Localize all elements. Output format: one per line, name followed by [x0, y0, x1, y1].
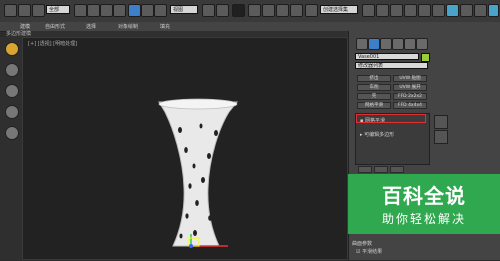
redo-icon[interactable] [18, 4, 31, 17]
show-end-result-icon[interactable] [434, 130, 448, 144]
stack-item-editable-poly[interactable]: ▸ 可编辑多边形 [360, 131, 394, 138]
region-select-icon[interactable] [100, 4, 113, 17]
main-toolbar: 全部 视图 创建选择集 [0, 0, 500, 23]
graphite-toggle-icon[interactable] [404, 4, 417, 17]
left-tool-strip [0, 37, 23, 260]
smooth-result-checkbox[interactable]: ☑ 平滑结果 [356, 248, 382, 255]
watermark-title: 百科全说 [382, 184, 466, 208]
layer-icon[interactable] [390, 4, 403, 17]
uvw-map-button[interactable]: UVW 贴图 [393, 75, 427, 82]
tab-populate[interactable]: 填充 [160, 23, 170, 30]
mirror-icon[interactable] [362, 4, 375, 17]
material-editor-icon[interactable] [446, 4, 459, 17]
rendered-frame-icon[interactable] [474, 4, 487, 17]
create-icon[interactable] [5, 42, 19, 56]
render-setup-icon[interactable] [460, 4, 473, 17]
spinner-snap-icon[interactable] [290, 4, 303, 17]
object-name-field[interactable]: Vase001 [355, 53, 419, 60]
surface-params-title: 曲面参数 [352, 241, 373, 247]
viewport-label[interactable]: [+] [透视] [明暗处理] [28, 40, 77, 47]
rotate-icon[interactable] [141, 4, 154, 17]
shell-button[interactable]: 壳 [357, 93, 391, 100]
lathe-button[interactable]: 车削 [357, 84, 391, 91]
undo-icon[interactable] [4, 4, 17, 17]
link-icon[interactable] [32, 4, 45, 17]
extrude-button[interactable]: 挤出 [357, 75, 391, 82]
modifier-list-dropdown[interactable]: 修改器列表 [355, 62, 428, 69]
schematic-view-icon[interactable] [432, 4, 445, 17]
hierarchy-icon[interactable] [5, 84, 19, 98]
select-object-icon[interactable] [74, 4, 87, 17]
modify-tab-icon[interactable] [368, 38, 380, 50]
keyboard-shortcut-icon[interactable] [232, 4, 245, 17]
stack-highlight-box [356, 114, 426, 123]
utilities-icon[interactable] [5, 126, 19, 140]
remove-modifier-button[interactable] [374, 166, 388, 173]
angle-snap-icon[interactable] [262, 4, 275, 17]
uvw-unwrap-button[interactable]: UVW 展开 [393, 84, 427, 91]
watermark-subtitle: 助你轻松解决 [381, 212, 466, 226]
tab-modeling[interactable]: 建模 [20, 23, 30, 30]
utilities-tab-icon[interactable] [416, 38, 428, 50]
render-icon[interactable] [488, 4, 499, 17]
select-manipulate-icon[interactable] [216, 4, 229, 17]
modify-icon[interactable] [5, 63, 19, 77]
tab-freeform[interactable]: 自由形式 [45, 23, 65, 30]
viewport-canvas [158, 98, 239, 248]
align-icon[interactable] [376, 4, 389, 17]
pivot-icon[interactable] [202, 4, 215, 17]
create-tab-icon[interactable] [356, 38, 368, 50]
named-selection-dropdown[interactable]: 创建选择集 [320, 5, 358, 14]
display-tab-icon[interactable] [404, 38, 416, 50]
pin-stack-icon[interactable] [434, 115, 448, 129]
select-by-name-icon[interactable] [87, 4, 100, 17]
tab-object-paint[interactable]: 对象绘制 [118, 23, 138, 30]
motion-icon[interactable] [5, 105, 19, 119]
percent-snap-icon[interactable] [276, 4, 289, 17]
hierarchy-tab-icon[interactable] [380, 38, 392, 50]
curve-editor-icon[interactable] [418, 4, 431, 17]
reference-coordinate-dropdown[interactable]: 视图 [170, 5, 198, 14]
snap-icon[interactable] [248, 4, 261, 17]
make-unique-button[interactable] [358, 166, 372, 173]
meshsmooth-button[interactable]: 网格平滑 [357, 102, 391, 109]
ffd-4x4x4-button[interactable]: FFD 4x4x4 [393, 102, 427, 109]
scale-icon[interactable] [154, 4, 167, 17]
edit-named-selection-icon[interactable] [305, 4, 318, 17]
perspective-viewport[interactable] [22, 37, 348, 260]
configure-sets-button[interactable] [390, 166, 404, 173]
move-icon[interactable] [128, 4, 141, 17]
vase-model[interactable] [158, 98, 239, 247]
window-crossing-icon[interactable] [113, 4, 126, 17]
object-color-swatch[interactable] [421, 53, 430, 62]
selection-filter-dropdown[interactable]: 全部 [46, 5, 70, 14]
tab-selection[interactable]: 选择 [86, 23, 96, 30]
ffd-2x2x2-button[interactable]: FFD 2x2x2 [393, 93, 427, 100]
motion-tab-icon[interactable] [392, 38, 404, 50]
